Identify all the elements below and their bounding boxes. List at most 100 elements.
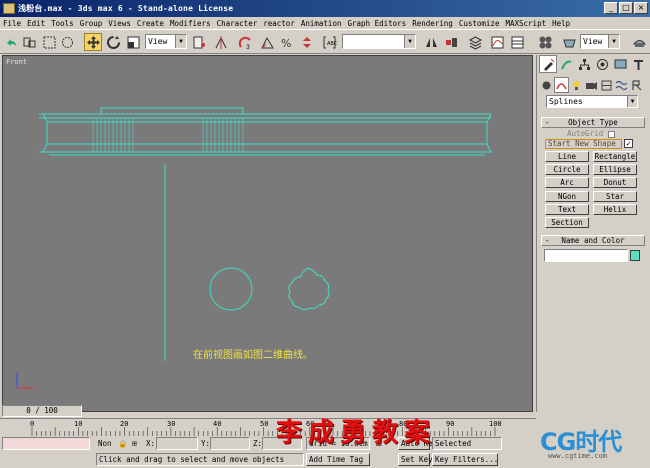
angle-snap-icon[interactable] xyxy=(258,33,276,51)
name-and-color-rollout-header[interactable]: - Name and Color xyxy=(541,235,645,246)
tick-label: 10 xyxy=(74,420,83,428)
menu-help[interactable]: Help xyxy=(552,19,570,28)
svg-text:%: % xyxy=(281,37,291,50)
author-watermark: 李成勇教案 xyxy=(276,418,437,448)
arc-button[interactable]: Arc xyxy=(545,177,589,188)
window-title: 浅粉台.max - 3ds max 6 - Stand-alone Licens… xyxy=(18,4,234,13)
menu-edit[interactable]: Edit xyxy=(27,19,45,28)
rectangle-button[interactable]: Rectangle xyxy=(593,151,637,162)
space-warps-icon[interactable] xyxy=(614,77,629,93)
tick-label: 30 xyxy=(167,420,176,428)
donut-button[interactable]: Donut xyxy=(593,177,637,188)
quick-render-icon[interactable] xyxy=(630,33,648,51)
minimize-button[interactable]: _ xyxy=(604,2,618,14)
named-selection-icon[interactable]: ABC xyxy=(320,33,338,51)
shapes-icon[interactable] xyxy=(554,77,569,93)
align-icon[interactable] xyxy=(442,33,460,51)
start-new-shape-checkbox[interactable]: ✓ xyxy=(624,139,633,148)
mirror-axis-icon[interactable] xyxy=(212,33,230,51)
ngon-button[interactable]: NGon xyxy=(545,191,589,202)
start-new-shape-toggle[interactable]: Start New Shape xyxy=(545,139,622,149)
close-button[interactable]: × xyxy=(634,2,648,14)
schematic-view-icon[interactable] xyxy=(508,33,526,51)
menu-maxscript[interactable]: MAXScript xyxy=(505,19,546,28)
absolute-mode-icon[interactable]: ⊞ xyxy=(132,437,137,450)
section-button[interactable]: Section xyxy=(545,217,589,228)
pivot-center-icon[interactable] xyxy=(190,33,208,51)
time-slider[interactable]: 0 / 100 xyxy=(2,405,82,417)
cameras-icon[interactable] xyxy=(584,77,599,93)
menu-reactor[interactable]: reactor xyxy=(263,19,295,28)
menu-graph-editors[interactable]: Graph Editors xyxy=(347,19,406,28)
lock-icon[interactable]: 🔒 xyxy=(118,437,127,450)
menu-create[interactable]: Create xyxy=(137,19,164,28)
select-object-icon[interactable] xyxy=(40,33,58,51)
lights-icon[interactable] xyxy=(569,77,584,93)
display-tab-icon[interactable] xyxy=(611,55,629,73)
text-button[interactable]: Text xyxy=(545,204,589,215)
hierarchy-tab-icon[interactable] xyxy=(575,55,593,73)
x-coordinate-field[interactable] xyxy=(156,437,198,450)
layer-manager-icon[interactable] xyxy=(466,33,484,51)
shape-category-dropdown[interactable]: Splines ▼ xyxy=(546,95,638,108)
material-editor-icon[interactable] xyxy=(536,33,554,51)
utilities-tab-icon[interactable] xyxy=(629,55,647,73)
percent-snap-icon[interactable]: % xyxy=(278,33,296,51)
maxscript-listener-field[interactable] xyxy=(2,437,90,450)
mirror-icon[interactable] xyxy=(422,33,440,51)
set-key-button[interactable]: Set Key xyxy=(398,453,433,466)
reference-coordinate-dropdown[interactable]: View ▼ xyxy=(145,34,187,49)
curve-editor-icon[interactable] xyxy=(488,33,506,51)
menu-customize[interactable]: Customize xyxy=(459,19,500,28)
named-selection-sets-dropdown[interactable]: ▼ xyxy=(342,34,416,49)
menu-animation[interactable]: Animation xyxy=(301,19,342,28)
object-name-field[interactable] xyxy=(544,249,628,262)
menu-bar: File Edit Tools Group Views Create Modif… xyxy=(0,17,650,29)
line-button[interactable]: Line xyxy=(545,151,589,162)
main-toolbar: View ▼ 3 % ABC ▼ View ▼ xyxy=(0,29,650,54)
menu-file[interactable]: File xyxy=(3,19,21,28)
app-icon xyxy=(3,3,15,14)
snap-toggle-icon[interactable]: 3 xyxy=(236,33,254,51)
select-region-icon[interactable] xyxy=(58,33,76,51)
autogrid-checkbox[interactable]: AutoGrid xyxy=(567,129,615,138)
viewport-label[interactable]: Front xyxy=(6,58,27,66)
select-rotate-icon[interactable] xyxy=(104,33,122,51)
render-type-dropdown[interactable]: View ▼ xyxy=(580,34,620,49)
select-scale-icon[interactable] xyxy=(124,33,142,51)
render-scene-icon[interactable] xyxy=(560,33,578,51)
menu-tools[interactable]: Tools xyxy=(51,19,74,28)
create-tab-icon[interactable] xyxy=(539,55,557,73)
spinner-snap-icon[interactable] xyxy=(298,33,316,51)
command-panel: Splines ▼ - Object Type AutoGrid Start New… xyxy=(536,55,648,412)
y-label: Y: xyxy=(201,439,211,448)
menu-modifiers[interactable]: Modifiers xyxy=(170,19,211,28)
front-viewport[interactable]: Front 在前视图画如图二维曲线。 xyxy=(2,55,533,412)
y-coordinate-field[interactable] xyxy=(210,437,250,450)
object-type-rollout-header[interactable]: - Object Type xyxy=(541,117,645,128)
menu-views[interactable]: Views xyxy=(108,19,131,28)
motion-tab-icon[interactable] xyxy=(593,55,611,73)
menu-character[interactable]: Character xyxy=(217,19,258,28)
tick-label: 0 xyxy=(30,420,35,428)
helpers-icon[interactable] xyxy=(599,77,614,93)
select-link-icon[interactable] xyxy=(20,33,38,51)
geometry-icon[interactable] xyxy=(539,77,554,93)
ellipse-button[interactable]: Ellipse xyxy=(593,164,637,175)
menu-rendering[interactable]: Rendering xyxy=(412,19,453,28)
maximize-button[interactable]: □ xyxy=(619,2,633,14)
title-bar: 浅粉台.max - 3ds max 6 - Stand-alone Licens… xyxy=(0,0,650,17)
add-time-tag-button[interactable]: Add Time Tag xyxy=(306,453,370,466)
star-button[interactable]: Star xyxy=(593,191,637,202)
object-color-swatch[interactable] xyxy=(630,250,640,261)
key-filters-button[interactable]: Key Filters... xyxy=(432,453,498,466)
track-bar[interactable]: 0 10 20 30 40 50 60 70 80 90 100 xyxy=(0,418,536,436)
key-mode-dropdown[interactable]: Selected xyxy=(432,437,502,450)
undo-icon[interactable] xyxy=(2,33,20,51)
modify-tab-icon[interactable] xyxy=(557,55,575,73)
select-move-icon[interactable] xyxy=(84,33,102,51)
circle-button[interactable]: Circle xyxy=(545,164,589,175)
helix-button[interactable]: Helix xyxy=(593,204,637,215)
systems-icon[interactable] xyxy=(629,77,644,93)
menu-group[interactable]: Group xyxy=(80,19,103,28)
